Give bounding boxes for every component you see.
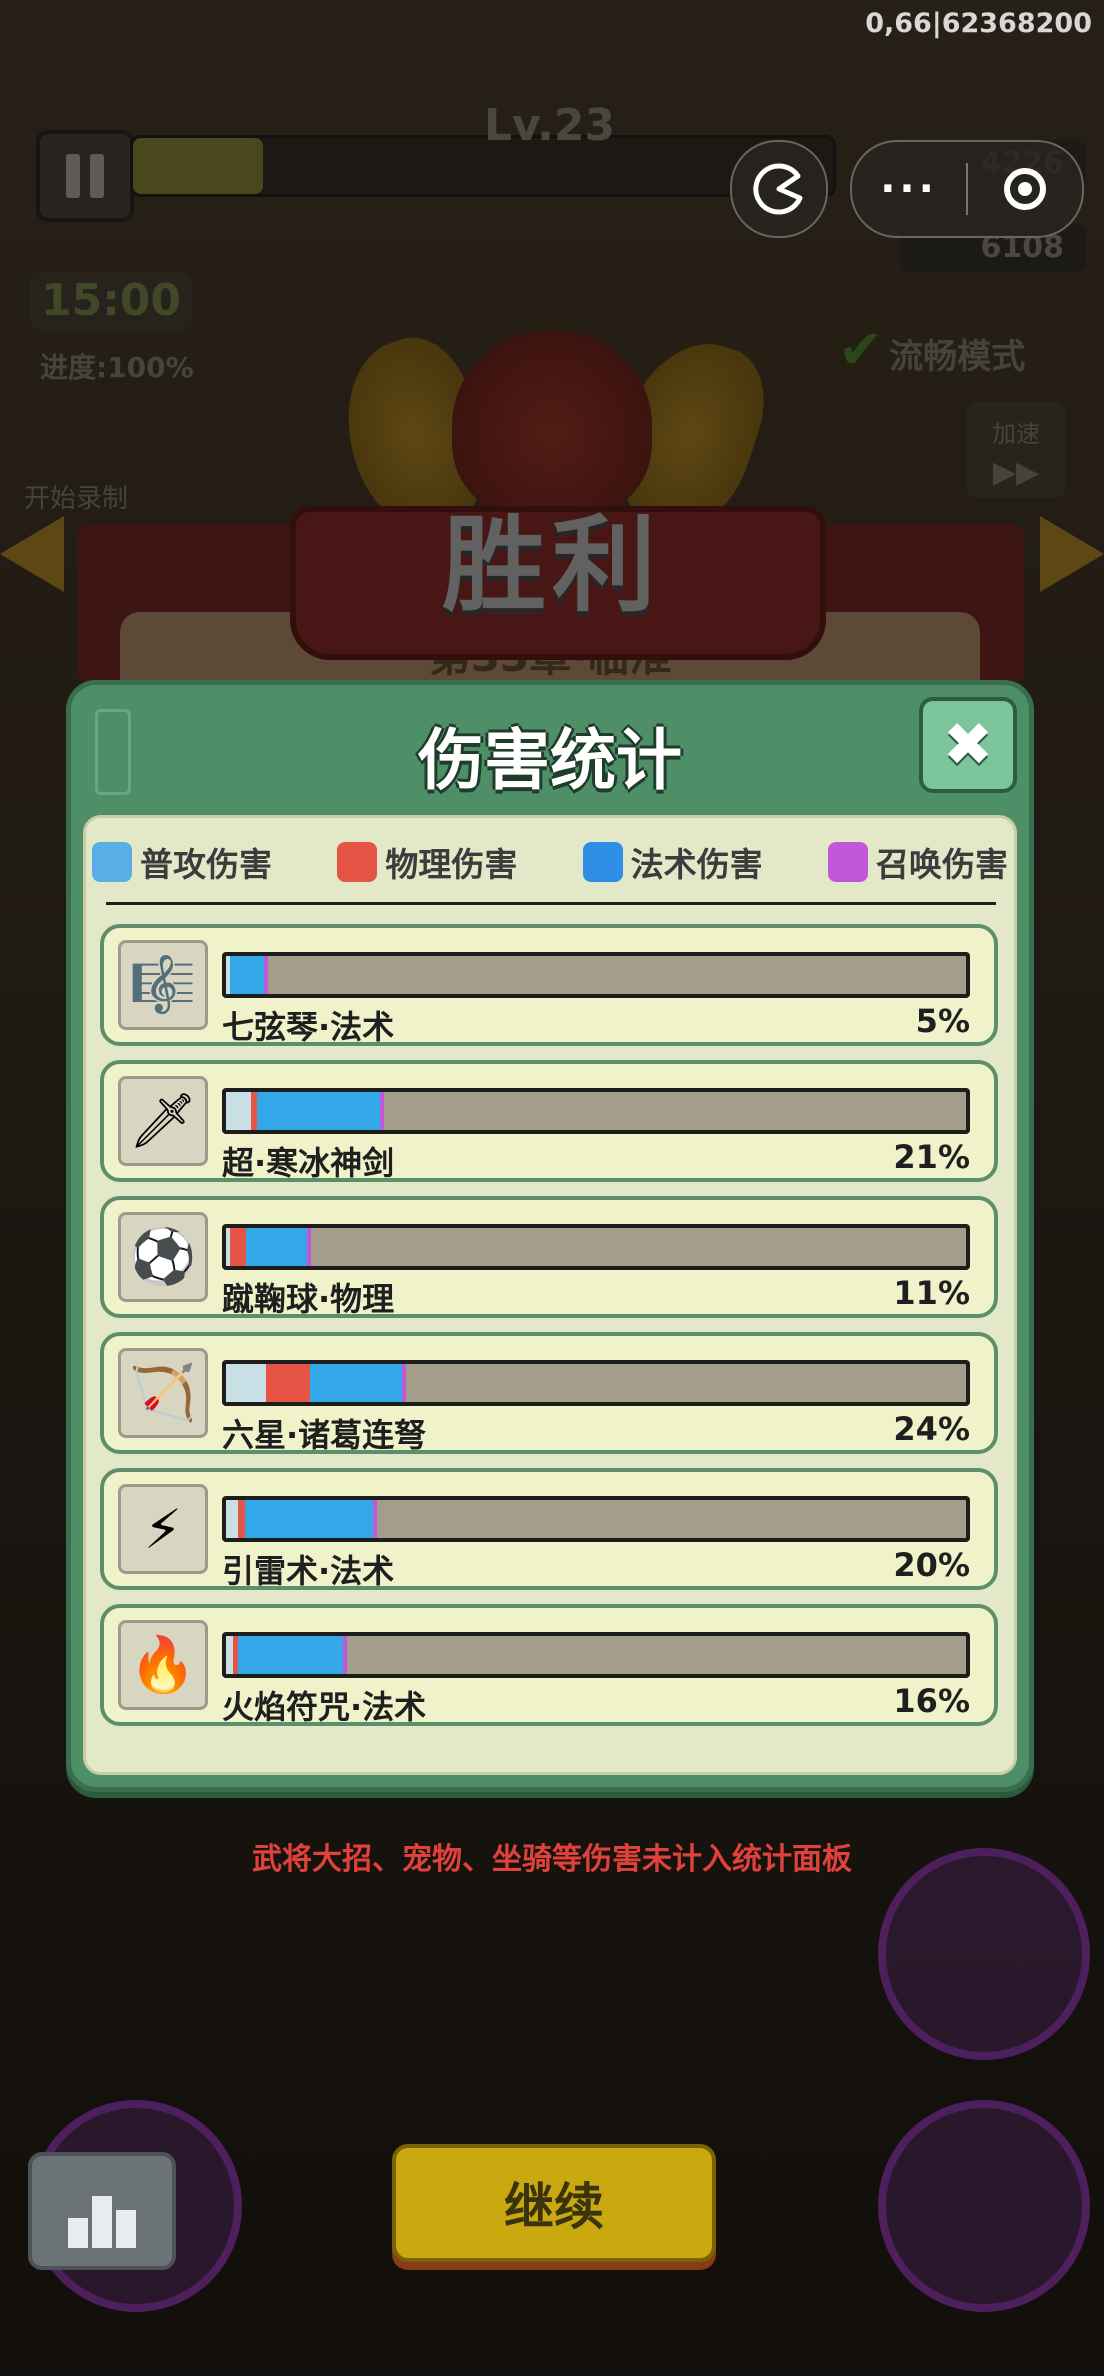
damage-segment-summon: [264, 956, 269, 994]
fist-icon: [337, 842, 378, 882]
build-id: 0,66|62368200: [865, 8, 1092, 39]
skill-name: 超·寒冰神剑: [222, 1144, 395, 1182]
ice-sword-icon: 🗡: [118, 1076, 208, 1166]
legend-label: 物理伤害: [385, 845, 518, 884]
damage-bar: [222, 1224, 970, 1270]
skill-name: 引雷术·法术: [222, 1552, 395, 1590]
damage-segment-normal: [226, 1500, 238, 1538]
pacman-icon: [753, 163, 803, 215]
legend-label: 普攻伤害: [140, 845, 272, 884]
damage-type-legend: 普攻伤害 物理伤害 法术伤害 召唤伤害: [86, 830, 1014, 894]
paw-icon: [827, 842, 868, 882]
damage-segment-physical: [265, 1364, 311, 1402]
panel-content: 普攻伤害 物理伤害 法术伤害 召唤伤害 🎼 七弦琴·法术 5% 🗡 超·寒冰神剑 21% ⚽ 蹴鞠球…: [83, 815, 1017, 1775]
damage-bar: [222, 1632, 970, 1678]
legend-divider: [106, 902, 996, 905]
damage-segment-summon: [402, 1364, 407, 1402]
stats-button[interactable]: [28, 2152, 176, 2270]
legend-item: 普攻伤害: [92, 830, 272, 894]
legend-label: 法术伤害: [630, 845, 763, 884]
skill-name: 六星·诸葛连弩: [222, 1416, 427, 1454]
damage-segment-summon: [342, 1636, 347, 1674]
legend-item: 召唤伤害: [827, 830, 1008, 894]
legend-item: 物理伤害: [337, 830, 517, 894]
damage-segment-magic: [237, 1636, 343, 1674]
damage-segment-magic: [257, 1092, 380, 1130]
skill-name: 七弦琴·法术: [222, 1008, 395, 1046]
damage-segment-magic: [310, 1364, 403, 1402]
guqin-icon: 🎼: [118, 940, 208, 1030]
damage-percent: 16%: [893, 1682, 970, 1720]
skill-name: 火焰符咒·法术: [222, 1688, 427, 1726]
damage-bar: [222, 1496, 970, 1542]
damage-percent: 20%: [893, 1546, 970, 1584]
skill-name: 蹴鞠球·物理: [222, 1280, 395, 1318]
vortex-skill-icon: [878, 2100, 1090, 2312]
more-button[interactable]: ···: [852, 166, 966, 212]
damage-bar: [222, 1360, 970, 1406]
skill-row: 🏹 六星·诸葛连弩 24%: [100, 1332, 998, 1454]
crossbow-icon: 🏹: [118, 1348, 208, 1438]
damage-segment-normal: [226, 1636, 234, 1674]
kickball-icon: ⚽: [118, 1212, 208, 1302]
damage-bar: [222, 952, 970, 998]
sword-icon: [92, 842, 132, 882]
damage-segment-summon: [379, 1092, 384, 1130]
continue-button[interactable]: 继续: [392, 2144, 716, 2262]
damage-segment-normal: [226, 1092, 252, 1130]
damage-percent: 11%: [893, 1274, 970, 1312]
damage-segment-magic: [246, 1228, 307, 1266]
skill-row: 🎼 七弦琴·法术 5%: [100, 924, 998, 1046]
pet-skill-icon: [878, 1848, 1090, 2060]
damage-segment-physical: [237, 1500, 246, 1538]
damage-percent: 21%: [893, 1138, 970, 1176]
exit-button[interactable]: [968, 168, 1082, 210]
skill-row: ⚽ 蹴鞠球·物理 11%: [100, 1196, 998, 1318]
damage-segment-physical: [230, 1228, 247, 1266]
damage-segment-normal: [226, 1364, 266, 1402]
damage-segment-summon: [372, 1500, 377, 1538]
bar-chart-icon: [68, 2196, 136, 2248]
panel-title: 伤害统计: [418, 722, 682, 799]
damage-segment-magic: [245, 1500, 373, 1538]
legend-item: 法术伤害: [582, 830, 763, 894]
damage-bar: [222, 1088, 970, 1134]
damage-percent: 24%: [893, 1410, 970, 1448]
skill-row: ⚡ 引雷术·法术 20%: [100, 1468, 998, 1590]
damage-percent: 5%: [915, 1002, 970, 1040]
fire-talisman-icon: 🔥: [118, 1620, 208, 1710]
close-button[interactable]: ✖: [919, 697, 1017, 793]
lightning-icon: ⚡: [118, 1484, 208, 1574]
mini-program-capsule: ···: [850, 140, 1084, 238]
damage-stats-panel: 伤害统计 ✖ 普攻伤害 物理伤害 法术伤害 召唤伤害 🎼 七弦琴·法术 5% 🗡 超·寒冰神剑…: [66, 680, 1034, 1792]
skill-row: 🗡 超·寒冰神剑 21%: [100, 1060, 998, 1182]
close-icon: ✖: [942, 710, 994, 780]
damage-segment-magic: [230, 956, 265, 994]
flame-icon: [582, 842, 623, 882]
game-center-button[interactable]: [730, 140, 828, 238]
skill-row: 🔥 火焰符咒·法术 16%: [100, 1604, 998, 1726]
record-circle-icon: [1004, 168, 1046, 210]
legend-label: 召唤伤害: [875, 845, 1008, 884]
damage-segment-summon: [306, 1228, 311, 1266]
